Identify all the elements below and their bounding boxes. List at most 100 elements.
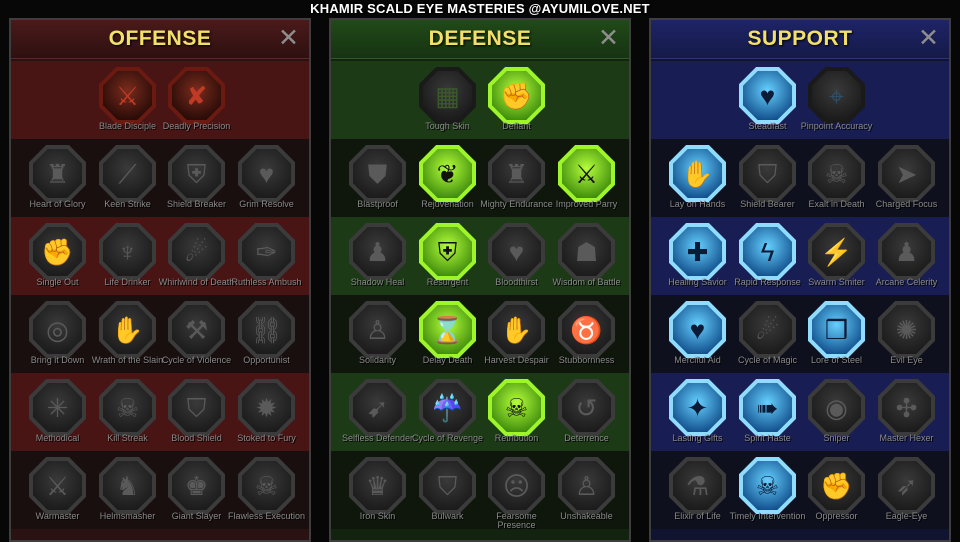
mastery-blade-disciple[interactable]: ⚔ Blade Disciple xyxy=(93,61,162,139)
mastery-whirlwind-of-death[interactable]: ☄ Whirlwind of Death xyxy=(159,217,234,295)
mastery-arcane-celerity[interactable]: ♟ Arcane Celerity xyxy=(872,217,941,295)
mastery-bloodthirst[interactable]: ♥ Bloodthirst xyxy=(482,217,551,295)
mastery-charged-focus[interactable]: ➤ Charged Focus xyxy=(872,139,941,217)
raised-fist-icon: ✋ xyxy=(111,314,144,345)
mastery-selfless-defender[interactable]: ➹ Selfless Defender xyxy=(342,373,413,451)
mastery-label: Arcane Celerity xyxy=(875,277,938,287)
support-header: SUPPORT ✕ xyxy=(651,20,949,59)
mastery-steadfast[interactable]: ♥ Steadfast xyxy=(733,61,802,139)
mastery-master-hexer[interactable]: ✣ Master Hexer xyxy=(872,373,941,451)
mastery-flawless-execution[interactable]: ☠ Flawless Execution xyxy=(228,451,305,529)
potion-icon: ⚗ xyxy=(685,470,710,501)
stab-icon: ✑ xyxy=(255,236,278,267)
mastery-bulwark[interactable]: ⛉ Bulwark xyxy=(413,451,482,529)
mastery-label: Healing Savior xyxy=(668,277,727,287)
mastery-label: Cycle of Violence xyxy=(161,355,232,365)
mastery-kill-streak[interactable]: ☠ Kill Streak xyxy=(93,373,162,451)
mastery-wrath-of-the-slain[interactable]: ✋ Wrath of the Slain xyxy=(92,295,163,373)
close-icon[interactable]: ✕ xyxy=(598,25,619,51)
skull-icon: ☠ xyxy=(824,158,849,189)
mastery-label: Bring it Down xyxy=(30,355,85,365)
mastery-warmaster[interactable]: ⚔ Warmaster xyxy=(23,451,92,529)
mastery-shadow-heal[interactable]: ♟ Shadow Heal xyxy=(343,217,412,295)
crossed-swords-icon: ⚔ xyxy=(115,80,140,111)
mastery-blastproof[interactable]: ⛊ Blastproof xyxy=(343,139,412,217)
mastery-tough-skin[interactable]: ▦ Tough Skin xyxy=(413,61,482,139)
mastery-mighty-endurance[interactable]: ♜ Mighty Endurance xyxy=(480,139,553,217)
mastery-stubbornness[interactable]: ♉ Stubbornness xyxy=(552,295,621,373)
mastery-shield-bearer[interactable]: ⛉ Shield Bearer xyxy=(733,139,802,217)
mastery-unshakeable[interactable]: ♙ Unshakeable xyxy=(552,451,621,529)
mastery-defiant[interactable]: ✊ Defiant xyxy=(482,61,551,139)
mastery-rapid-response[interactable]: ϟ Rapid Response xyxy=(733,217,802,295)
raised-fist-icon: ✊ xyxy=(500,80,533,111)
mastery-retribution[interactable]: ☠ Retribution xyxy=(482,373,551,451)
mastery-wisdom-of-battle[interactable]: ☗ Wisdom of Battle xyxy=(552,217,621,295)
mastery-stoked-to-fury[interactable]: ✹ Stoked to Fury xyxy=(232,373,301,451)
mastery-opportunist[interactable]: ⛓ Opportunist xyxy=(232,295,301,373)
mastery-timely-intervention[interactable]: ☠ Timely Intervention xyxy=(730,451,805,529)
mastery-single-out[interactable]: ✊ Single Out xyxy=(23,217,92,295)
mastery-label: Defiant xyxy=(502,121,531,131)
mastery-oppressor[interactable]: ✊ Oppressor xyxy=(802,451,871,529)
mastery-lore-of-steel[interactable]: ❒ Lore of Steel xyxy=(802,295,871,373)
hand-icon: ✋ xyxy=(500,314,533,345)
mastery-merciful-aid[interactable]: ♥ Merciful Aid xyxy=(663,295,732,373)
offense-title: OFFENSE xyxy=(108,27,212,50)
open-book-icon: ❒ xyxy=(824,314,849,345)
mastery-exalt-in-death[interactable]: ☠ Exalt in Death xyxy=(802,139,871,217)
mastery-blood-shield[interactable]: ⛉ Blood Shield xyxy=(162,373,231,451)
mastery-cycle-of-magic[interactable]: ☄ Cycle of Magic xyxy=(733,295,802,373)
mastery-harvest-despair[interactable]: ✋ Harvest Despair xyxy=(482,295,551,373)
hourglass-icon: ⌛ xyxy=(431,314,464,345)
mastery-label: Opportunist xyxy=(243,355,290,365)
mastery-deterrence[interactable]: ↺ Deterrence xyxy=(552,373,621,451)
mastery-ruthless-ambush[interactable]: ✑ Ruthless Ambush xyxy=(231,217,302,295)
group-icon: ♙ xyxy=(365,314,390,345)
mastery-iron-skin[interactable]: ♛ Iron Skin xyxy=(343,451,412,529)
mastery-shield-breaker[interactable]: ⛨ Shield Breaker xyxy=(162,139,231,217)
mastery-fearsome-presence[interactable]: ☹ Fearsome Presence xyxy=(482,451,551,530)
mastery-resurgent[interactable]: ⛨ Resurgent xyxy=(413,217,482,295)
mastery-rejuvenation[interactable]: ❦ Rejuvenation xyxy=(413,139,482,217)
mastery-healing-savior[interactable]: ✚ Healing Savior xyxy=(663,217,732,295)
mastery-bring-it-down[interactable]: ◎ Bring it Down xyxy=(23,295,92,373)
mastery-improved-parry[interactable]: ⚔ Improved Parry xyxy=(552,139,621,217)
mastery-lay-on-hands[interactable]: ✋ Lay on Hands xyxy=(663,139,732,217)
mastery-deadly-precision[interactable]: ✘ Deadly Precision xyxy=(162,61,231,139)
heart-skull-icon: ♥ xyxy=(508,236,525,267)
mastery-lasting-gifts[interactable]: ✦ Lasting Gifts xyxy=(663,373,732,451)
mastery-label: Harvest Despair xyxy=(484,355,549,365)
swarm-icon: ⚡ xyxy=(820,236,853,267)
chained-heart-icon: ♥ xyxy=(689,314,706,345)
crushing-fist-icon: ✊ xyxy=(820,470,853,501)
mastery-sniper[interactable]: ◉ Sniper xyxy=(802,373,871,451)
mastery-delay-death[interactable]: ⌛ Delay Death xyxy=(413,295,482,373)
mastery-label: Elixir of Life xyxy=(674,511,721,521)
mastery-evil-eye[interactable]: ✺ Evil Eye xyxy=(872,295,941,373)
mastery-spirit-haste[interactable]: ➠ Spirit Haste xyxy=(733,373,802,451)
mastery-cycle-of-violence[interactable]: ⚒ Cycle of Violence xyxy=(162,295,231,373)
mastery-heart-of-glory[interactable]: ♜ Heart of Glory xyxy=(23,139,92,217)
skull-icon: ☠ xyxy=(115,392,140,423)
fangs-icon: ♆ xyxy=(117,236,138,267)
mastery-elixir-of-life[interactable]: ⚗ Elixir of Life xyxy=(663,451,732,529)
mastery-eagle-eye[interactable]: ➶ Eagle-Eye xyxy=(872,451,941,529)
mastery-grim-resolve[interactable]: ♥ Grim Resolve xyxy=(232,139,301,217)
mastery-cycle-of-revenge[interactable]: ☔ Cycle of Revenge xyxy=(412,373,483,451)
mastery-helmsmasher[interactable]: ♞ Helmsmasher xyxy=(93,451,162,529)
mastery-swarm-smiter[interactable]: ⚡ Swarm Smiter xyxy=(802,217,871,295)
mastery-giant-slayer[interactable]: ♚ Giant Slayer xyxy=(162,451,231,529)
mastery-life-drinker[interactable]: ♆ Life Drinker xyxy=(93,217,162,295)
healer-icon: ✚ xyxy=(686,236,709,267)
mastery-keen-strike[interactable]: ⟋ Keen Strike xyxy=(93,139,162,217)
close-icon[interactable]: ✕ xyxy=(918,25,939,51)
mastery-pinpoint-accuracy[interactable]: ⌖ Pinpoint Accuracy xyxy=(801,61,872,139)
mastery-label: Bloodthirst xyxy=(495,277,538,287)
mastery-solidarity[interactable]: ♙ Solidarity xyxy=(343,295,412,373)
whirlwind-icon: ☄ xyxy=(184,236,209,267)
mastery-label: Pinpoint Accuracy xyxy=(800,121,873,131)
support-title: SUPPORT xyxy=(747,27,853,50)
mastery-methodical[interactable]: ✳ Methodical xyxy=(23,373,92,451)
close-icon[interactable]: ✕ xyxy=(278,25,299,51)
